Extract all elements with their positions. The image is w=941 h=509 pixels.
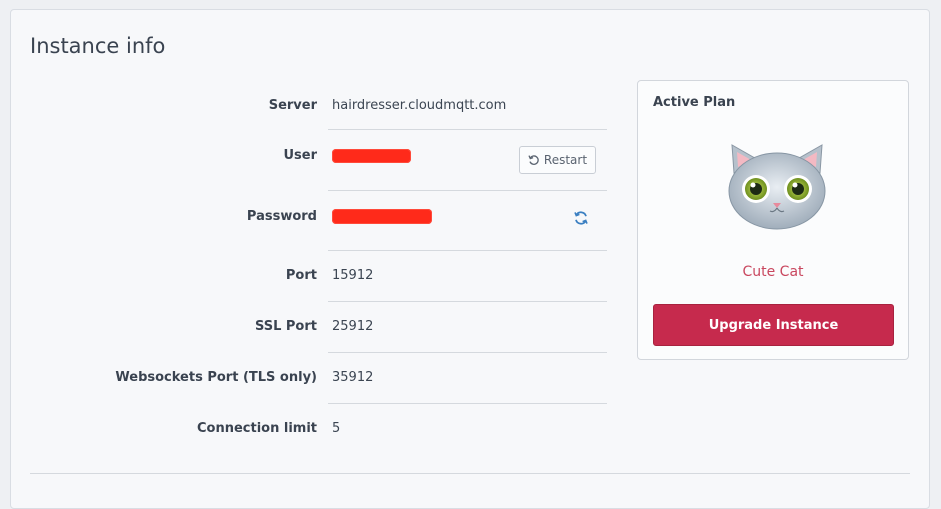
- server-value: hairdresser.cloudmqtt.com: [332, 97, 507, 113]
- active-plan-card: Active Plan Cute Cat Upgrade Instance: [637, 80, 909, 360]
- user-label: User: [283, 148, 317, 163]
- cat-emoji-icon: [728, 144, 826, 230]
- password-row: Password: [11, 190, 607, 250]
- connection-limit-value: 5: [332, 421, 341, 436]
- password-label: Password: [246, 209, 317, 224]
- websockets-port-value: 35912: [332, 370, 374, 385]
- user-value-redacted: [332, 149, 411, 163]
- connection-limit-row: Connection limit 5: [11, 403, 607, 454]
- password-value-redacted: [332, 209, 432, 224]
- restart-button[interactable]: Restart: [519, 146, 596, 174]
- active-plan-title: Active Plan: [653, 95, 736, 110]
- upgrade-instance-button[interactable]: Upgrade Instance: [653, 304, 894, 346]
- page-title: Instance info: [30, 34, 166, 58]
- instance-info-card: Instance info Server hairdresser.cloudmq…: [10, 9, 930, 509]
- server-label: Server: [268, 97, 317, 113]
- rotate-ccw-icon: [528, 155, 539, 165]
- restart-button-label: Restart: [543, 153, 588, 167]
- ssl-port-value: 25912: [332, 319, 374, 334]
- refresh-icon[interactable]: [573, 210, 589, 226]
- bottom-divider: [30, 473, 910, 474]
- port-label: Port: [285, 268, 317, 283]
- user-row: User: [11, 129, 607, 189]
- ssl-port-label: SSL Port: [254, 319, 317, 334]
- ssl-port-row: SSL Port 25912: [11, 301, 607, 352]
- plan-name: Cute Cat: [742, 264, 804, 280]
- websockets-port-row: Websockets Port (TLS only) 35912: [11, 352, 607, 403]
- connection-limit-label: Connection limit: [196, 421, 317, 436]
- port-value: 15912: [332, 268, 374, 283]
- server-row: Server hairdresser.cloudmqtt.com: [11, 79, 607, 131]
- port-row: Port 15912: [11, 250, 607, 301]
- websockets-port-label: Websockets Port (TLS only): [115, 370, 317, 385]
